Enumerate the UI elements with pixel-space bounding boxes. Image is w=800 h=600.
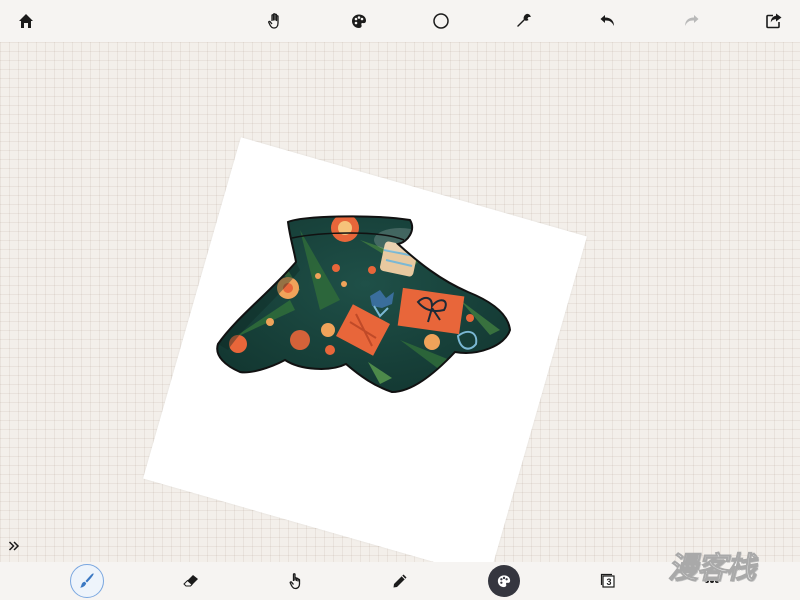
pencil-tool-button[interactable] [384,565,416,597]
color-picker-button[interactable] [487,564,521,598]
expand-panel-button[interactable] [4,538,24,558]
undo-button[interactable] [592,5,624,37]
top-toolbar [0,0,800,42]
wrench-icon [515,12,533,30]
pointer-hand-icon [287,572,305,590]
brush-icon [78,572,96,590]
palette-button[interactable] [343,5,375,37]
circle-icon [432,12,450,30]
undo-icon [599,12,617,30]
skirt-artwork [216,215,512,394]
finger-tool-button[interactable] [280,565,312,597]
share-button[interactable] [758,5,790,37]
settings-button[interactable] [508,5,540,37]
redo-icon [682,12,700,30]
shape-tool-button[interactable] [425,5,457,37]
pencil-icon [392,573,408,589]
current-color-swatch [488,565,520,597]
home-icon [18,13,34,29]
eraser-tool-button[interactable] [175,565,207,597]
color-palette-icon [497,574,511,588]
brush-active-indicator [70,564,104,598]
layers-button[interactable]: 3 [592,565,624,597]
brush-tool-button[interactable] [70,564,104,598]
share-icon [765,12,783,30]
eraser-icon [182,572,200,590]
home-button[interactable] [10,5,42,37]
palette-icon [351,13,367,29]
watermark-text: 漫客栈 [668,551,757,587]
watermark: 漫客栈 [668,540,796,590]
hand-tool-button[interactable] [260,5,292,37]
double-chevron-right-icon [8,539,20,557]
hand-icon [267,12,285,30]
redo-button[interactable] [675,5,707,37]
layers-icon: 3 [600,573,616,589]
layer-count: 3 [606,577,612,587]
